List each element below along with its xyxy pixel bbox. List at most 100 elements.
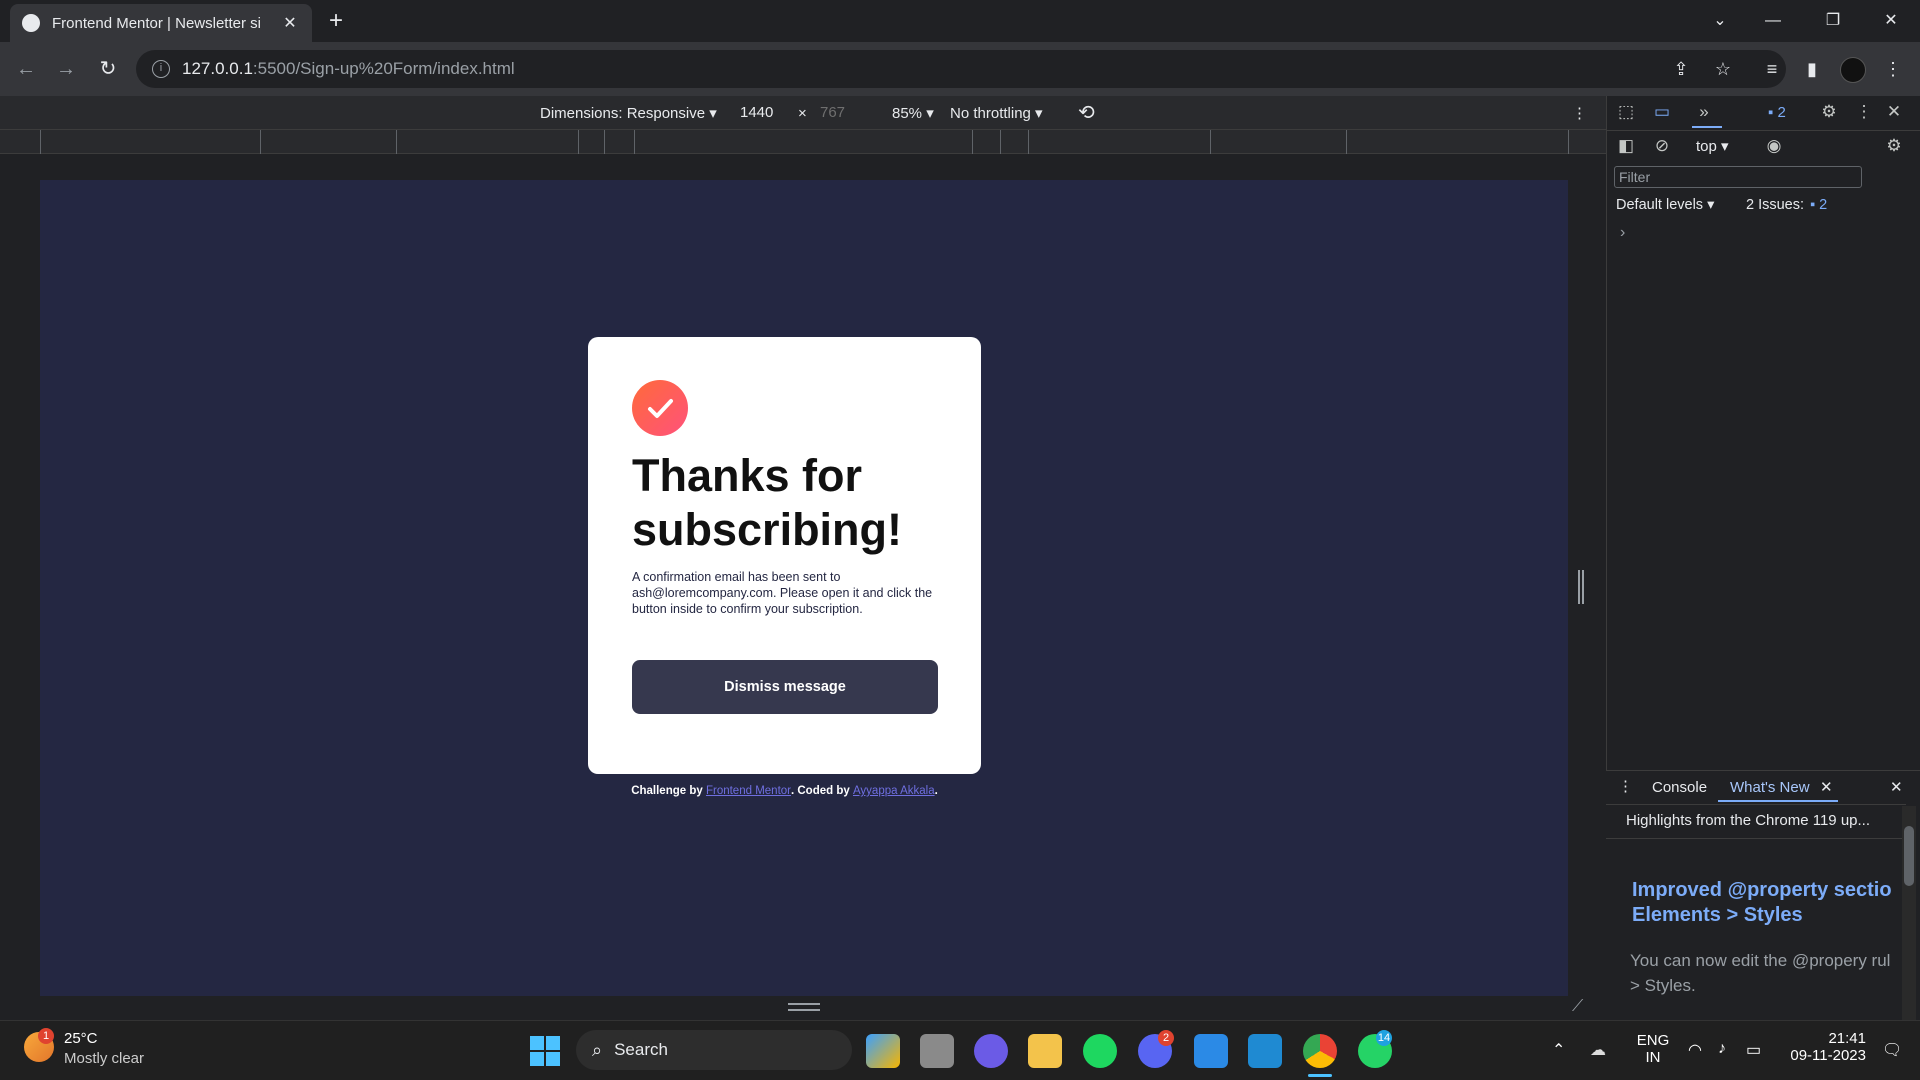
drawer-scrollbar[interactable]	[1902, 806, 1916, 1020]
issues-badge[interactable]: ▪ 2	[1768, 104, 1786, 121]
url-host: 127.0.0.1	[182, 59, 253, 78]
console-prompt[interactable]: ›	[1620, 224, 1625, 242]
issues-label: 2 Issues:	[1746, 197, 1805, 213]
window-close-icon[interactable]: ✕	[1868, 6, 1914, 36]
windows-start-icon[interactable]	[530, 1036, 560, 1066]
onedrive-icon[interactable]: ☁	[1590, 1040, 1606, 1060]
frontend-mentor-link[interactable]: Frontend Mentor	[706, 785, 791, 797]
site-info-icon[interactable]: i	[152, 60, 170, 78]
whats-new-body-line1: You can now edit the @propery rul	[1630, 951, 1891, 970]
rotate-icon[interactable]: ⟲	[1078, 100, 1095, 125]
filter-input[interactable]: Filter	[1614, 166, 1862, 188]
issues-count: 2	[1819, 197, 1828, 213]
sidebar-toggle-icon[interactable]: ◧	[1614, 134, 1638, 158]
dismiss-button[interactable]: Dismiss message	[632, 660, 938, 714]
search-label: Search	[614, 1040, 668, 1059]
wifi-icon[interactable]: ◠	[1688, 1040, 1702, 1060]
highlights-summary[interactable]: Highlights from the Chrome 119 up...	[1626, 812, 1870, 829]
device-toolbar: Dimensions: Responsive ▾ 1440 × 767 85% …	[0, 96, 1606, 130]
forward-icon[interactable]: →	[52, 55, 80, 83]
log-levels-select[interactable]: Default levels ▾	[1616, 197, 1714, 213]
drawer-tab-console[interactable]: Console	[1652, 779, 1707, 796]
teams-icon[interactable]	[974, 1034, 1008, 1068]
context-select[interactable]: top ▾	[1696, 137, 1729, 155]
success-card: Thanks for subscribing! A confirmation e…	[588, 337, 981, 774]
side-panel-icon[interactable]: ▮	[1797, 54, 1827, 84]
volume-icon[interactable]: ♪	[1718, 1040, 1726, 1058]
taskbar-search[interactable]: ⌕ Search	[576, 1030, 852, 1070]
divider	[1606, 130, 1920, 131]
discord-badge: 2	[1158, 1030, 1174, 1046]
height-input[interactable]: 767	[820, 104, 845, 121]
profile-avatar[interactable]	[1840, 57, 1866, 83]
inspect-element-icon[interactable]: ⬚	[1614, 100, 1638, 124]
language-line1: ENG	[1636, 1032, 1670, 1049]
settings-icon[interactable]: ⚙	[1817, 100, 1841, 124]
vscode-icon[interactable]	[1248, 1034, 1282, 1068]
weather-desc[interactable]: Mostly clear	[64, 1050, 144, 1067]
divider	[1606, 838, 1906, 839]
chrome-icon[interactable]	[1303, 1034, 1337, 1068]
device-toggle-icon[interactable]: ▭	[1650, 100, 1674, 124]
bookmark-star-icon[interactable]: ☆	[1708, 54, 1738, 84]
devtools-close-icon[interactable]: ✕	[1882, 100, 1906, 124]
tray-overflow-icon[interactable]: ⌃	[1552, 1040, 1565, 1060]
new-tab-icon[interactable]: +	[322, 8, 350, 36]
success-check-icon	[632, 380, 688, 436]
tab-title: Frontend Mentor | Newsletter si	[52, 14, 261, 32]
whats-new-body-line2: > Styles.	[1630, 976, 1696, 995]
scrollbar-thumb[interactable]	[1904, 826, 1914, 886]
drawer-menu-icon[interactable]: ⋮	[1618, 777, 1633, 795]
ruler-tick	[1346, 130, 1347, 154]
dimensions-select[interactable]: Dimensions: Responsive ▾	[540, 104, 717, 122]
ruler-tick	[1210, 130, 1211, 154]
console-settings-icon[interactable]: ⚙	[1882, 134, 1906, 158]
resize-handle-bottom[interactable]	[788, 1003, 820, 1011]
drawer-close-icon[interactable]: ✕	[1890, 778, 1903, 796]
share-icon[interactable]: ⇪	[1666, 54, 1696, 84]
back-icon[interactable]: ←	[12, 55, 40, 83]
ruler-tick	[634, 130, 635, 154]
clear-console-icon[interactable]: ⊘	[1650, 134, 1674, 158]
restore-icon[interactable]: ❐	[1810, 6, 1856, 36]
ruler-tick	[396, 130, 397, 154]
address-bar[interactable]: i 127.0.0.1:5500/Sign-up%20Form/index.ht…	[136, 50, 1786, 88]
photos-icon[interactable]	[1194, 1034, 1228, 1068]
copilot-icon[interactable]	[866, 1034, 900, 1068]
drawer-active-indicator	[1718, 800, 1838, 802]
tab-close-icon[interactable]: ✕	[280, 13, 300, 33]
live-expression-icon[interactable]: ◉	[1762, 134, 1786, 158]
resize-corner-icon[interactable]: ⟋	[1572, 998, 1583, 1016]
browser-tab[interactable]: Frontend Mentor | Newsletter si ✕	[10, 4, 312, 42]
issues-count-link[interactable]: ▪ 2	[1810, 197, 1827, 213]
battery-icon[interactable]: ▭	[1746, 1040, 1761, 1060]
search-icon: ⌕	[592, 1039, 603, 1060]
resize-handle-right[interactable]	[1578, 570, 1584, 604]
tab-search-icon[interactable]: ⌄	[1697, 6, 1743, 36]
notifications-icon[interactable]: 🗨	[1882, 1040, 1902, 1060]
media-query-ruler[interactable]	[0, 130, 1606, 154]
file-explorer-icon[interactable]	[1028, 1034, 1062, 1068]
devtools-menu-icon[interactable]: ⋮	[1852, 100, 1876, 124]
whats-new-title-line1: Improved @property sectio	[1632, 879, 1892, 901]
task-view-icon[interactable]	[920, 1034, 954, 1068]
divider	[1606, 804, 1906, 805]
media-control-icon[interactable]: ≡	[1757, 54, 1787, 84]
language-indicator[interactable]: ENG IN	[1636, 1032, 1670, 1066]
zoom-select[interactable]: 85% ▾	[892, 104, 934, 122]
minimize-icon[interactable]: —	[1750, 6, 1796, 36]
more-tabs-icon[interactable]: »	[1692, 100, 1716, 124]
attribution: Challenge by Frontend Mentor. Coded by A…	[588, 785, 981, 797]
reload-icon[interactable]: ↻	[94, 55, 122, 83]
author-link[interactable]: Ayyappa Akkala	[853, 785, 935, 797]
device-more-icon[interactable]: ⋮	[1572, 104, 1587, 122]
whats-new-close-icon[interactable]: ✕	[1820, 778, 1833, 796]
throttling-select[interactable]: No throttling ▾	[950, 104, 1043, 122]
active-app-indicator	[1308, 1074, 1332, 1077]
spotify-icon[interactable]	[1083, 1034, 1117, 1068]
weather-temp[interactable]: 25°C	[64, 1030, 98, 1047]
clock[interactable]: 21:41 09-11-2023	[1782, 1030, 1866, 1064]
chrome-menu-icon[interactable]: ⋮	[1878, 54, 1908, 84]
width-input[interactable]: 1440	[740, 104, 773, 121]
drawer-tab-whats-new[interactable]: What's New	[1730, 779, 1810, 796]
